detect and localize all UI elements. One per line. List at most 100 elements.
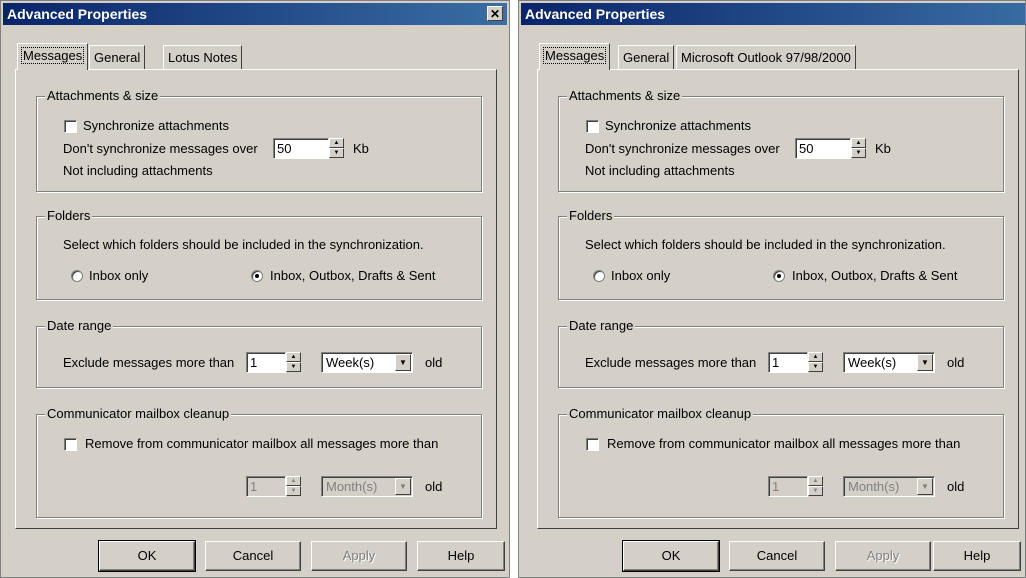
- exclude-messages-label: Exclude messages more than: [585, 355, 757, 370]
- size-limit-input[interactable]: 50: [273, 138, 329, 159]
- down-arrow-icon[interactable]: ▼: [808, 362, 823, 372]
- attachments-group: Attachments & size Synchronize attachmen…: [36, 88, 482, 192]
- apply-button[interactable]: Apply: [311, 541, 407, 571]
- ok-button[interactable]: OK: [98, 540, 196, 572]
- radio-selected-dot: [777, 274, 781, 278]
- inbox-outbox-radio[interactable]: [773, 270, 785, 282]
- tab-messages[interactable]: Messages: [539, 43, 611, 70]
- chevron-down-icon[interactable]: ▼: [917, 354, 933, 371]
- down-arrow-icon[interactable]: ▼: [329, 148, 344, 158]
- sync-attachments-label: Synchronize attachments: [83, 118, 229, 133]
- tab-messages[interactable]: Messages: [17, 43, 89, 70]
- down-arrow-icon[interactable]: ▼: [851, 148, 866, 158]
- group-legend: Folders: [45, 208, 93, 223]
- tab-general[interactable]: General: [618, 45, 675, 69]
- chevron-down-icon[interactable]: ▼: [395, 354, 411, 371]
- tab-label: Messages: [542, 47, 607, 64]
- up-arrow-icon[interactable]: ▲: [808, 352, 823, 362]
- size-limit-spinner[interactable]: ▲ ▼: [851, 138, 866, 159]
- cancel-button[interactable]: Cancel: [729, 541, 825, 571]
- ok-button[interactable]: OK: [622, 540, 720, 572]
- old-suffix-label: old: [947, 355, 965, 370]
- selected-unit: Week(s): [326, 355, 375, 370]
- title-bar: Advanced Properties ✕: [3, 3, 507, 25]
- size-limit-input[interactable]: 50: [795, 138, 851, 159]
- group-legend: Date range: [45, 318, 114, 333]
- remove-messages-checkbox[interactable]: [64, 438, 77, 451]
- size-limit-spinner[interactable]: ▲ ▼: [329, 138, 344, 159]
- cleanup-unit-select[interactable]: Month(s) ▼: [321, 476, 413, 497]
- cleanup-spinner[interactable]: ▲ ▼: [808, 476, 823, 497]
- help-button[interactable]: Help: [933, 541, 1021, 571]
- inbox-only-radio[interactable]: [71, 270, 83, 282]
- tab-label: Messages: [20, 47, 85, 64]
- exclude-messages-label: Exclude messages more than: [63, 355, 235, 370]
- sync-attachments-checkbox[interactable]: [64, 120, 77, 133]
- tab-panel-messages: Attachments & size Synchronize attachmen…: [15, 69, 497, 529]
- down-arrow-icon[interactable]: ▼: [286, 486, 301, 496]
- up-arrow-icon[interactable]: ▲: [808, 476, 823, 486]
- selected-unit: Week(s): [848, 355, 897, 370]
- folders-group: Folders Select which folders should be i…: [36, 208, 482, 300]
- date-range-group: Date range Exclude messages more than 1 …: [558, 318, 1004, 388]
- tab-microsoft-outlook[interactable]: Microsoft Outlook 97/98/2000: [676, 45, 856, 69]
- chevron-down-icon[interactable]: ▼: [917, 478, 933, 495]
- cancel-button[interactable]: Cancel: [205, 541, 301, 571]
- attachments-note: Not including attachments: [63, 163, 213, 178]
- chevron-down-icon[interactable]: ▼: [395, 478, 411, 495]
- attachments-note: Not including attachments: [585, 163, 735, 178]
- date-range-unit-select[interactable]: Week(s) ▼: [843, 352, 935, 373]
- cleanup-value-input[interactable]: 1: [768, 476, 808, 497]
- sync-attachments-checkbox[interactable]: [586, 120, 599, 133]
- date-range-value-input[interactable]: 1: [768, 352, 808, 373]
- up-arrow-icon[interactable]: ▲: [851, 138, 866, 148]
- up-arrow-icon[interactable]: ▲: [286, 352, 301, 362]
- date-range-spinner[interactable]: ▲ ▼: [808, 352, 823, 373]
- tab-lotus-notes[interactable]: Lotus Notes: [163, 45, 243, 69]
- title-bar: Advanced Properties ✕: [521, 3, 1025, 25]
- dont-sync-label: Don't synchronize messages over: [63, 141, 258, 156]
- advanced-properties-dialog-outlook: Advanced Properties ✕ Messages General M…: [518, 0, 1026, 578]
- cleanup-value-input[interactable]: 1: [246, 476, 286, 497]
- inbox-outbox-label: Inbox, Outbox, Drafts & Sent: [270, 268, 436, 283]
- size-unit-label: Kb: [875, 141, 891, 156]
- help-button[interactable]: Help: [417, 541, 505, 571]
- old-suffix-label: old: [425, 355, 443, 370]
- advanced-properties-dialog-lotus: Advanced Properties ✕ Messages General L…: [0, 0, 510, 578]
- old-suffix-label: old: [425, 479, 443, 494]
- old-suffix-label: old: [947, 479, 965, 494]
- remove-messages-label: Remove from communicator mailbox all mes…: [85, 436, 439, 451]
- inbox-only-label: Inbox only: [611, 268, 671, 283]
- tab-panel-messages: Attachments & size Synchronize attachmen…: [537, 69, 1019, 529]
- remove-messages-checkbox[interactable]: [586, 438, 599, 451]
- up-arrow-icon[interactable]: ▲: [286, 476, 301, 486]
- selected-unit: Month(s): [848, 479, 900, 494]
- radio-selected-dot: [255, 274, 259, 278]
- inbox-only-label: Inbox only: [89, 268, 149, 283]
- tab-label: General: [94, 50, 141, 65]
- date-range-unit-select[interactable]: Week(s) ▼: [321, 352, 413, 373]
- mailbox-cleanup-group: Communicator mailbox cleanup Remove from…: [36, 406, 482, 518]
- group-legend: Communicator mailbox cleanup: [567, 406, 754, 421]
- tab-label: Lotus Notes: [168, 50, 238, 65]
- down-arrow-icon[interactable]: ▼: [286, 362, 301, 372]
- close-icon[interactable]: ✕: [487, 6, 503, 21]
- size-unit-label: Kb: [353, 141, 369, 156]
- date-range-value-input[interactable]: 1: [246, 352, 286, 373]
- mailbox-cleanup-group: Communicator mailbox cleanup Remove from…: [558, 406, 1004, 518]
- apply-button[interactable]: Apply: [835, 541, 931, 571]
- down-arrow-icon[interactable]: ▼: [808, 486, 823, 496]
- up-arrow-icon[interactable]: ▲: [329, 138, 344, 148]
- inbox-outbox-radio[interactable]: [251, 270, 263, 282]
- cleanup-spinner[interactable]: ▲ ▼: [286, 476, 301, 497]
- window-title: Advanced Properties: [525, 6, 666, 22]
- group-legend: Attachments & size: [45, 88, 161, 103]
- dont-sync-label: Don't synchronize messages over: [585, 141, 780, 156]
- remove-messages-label: Remove from communicator mailbox all mes…: [607, 436, 961, 451]
- cleanup-unit-select[interactable]: Month(s) ▼: [843, 476, 935, 497]
- inbox-only-radio[interactable]: [593, 270, 605, 282]
- date-range-spinner[interactable]: ▲ ▼: [286, 352, 301, 373]
- sync-attachments-label: Synchronize attachments: [605, 118, 751, 133]
- group-legend: Folders: [567, 208, 615, 223]
- tab-general[interactable]: General: [89, 45, 146, 69]
